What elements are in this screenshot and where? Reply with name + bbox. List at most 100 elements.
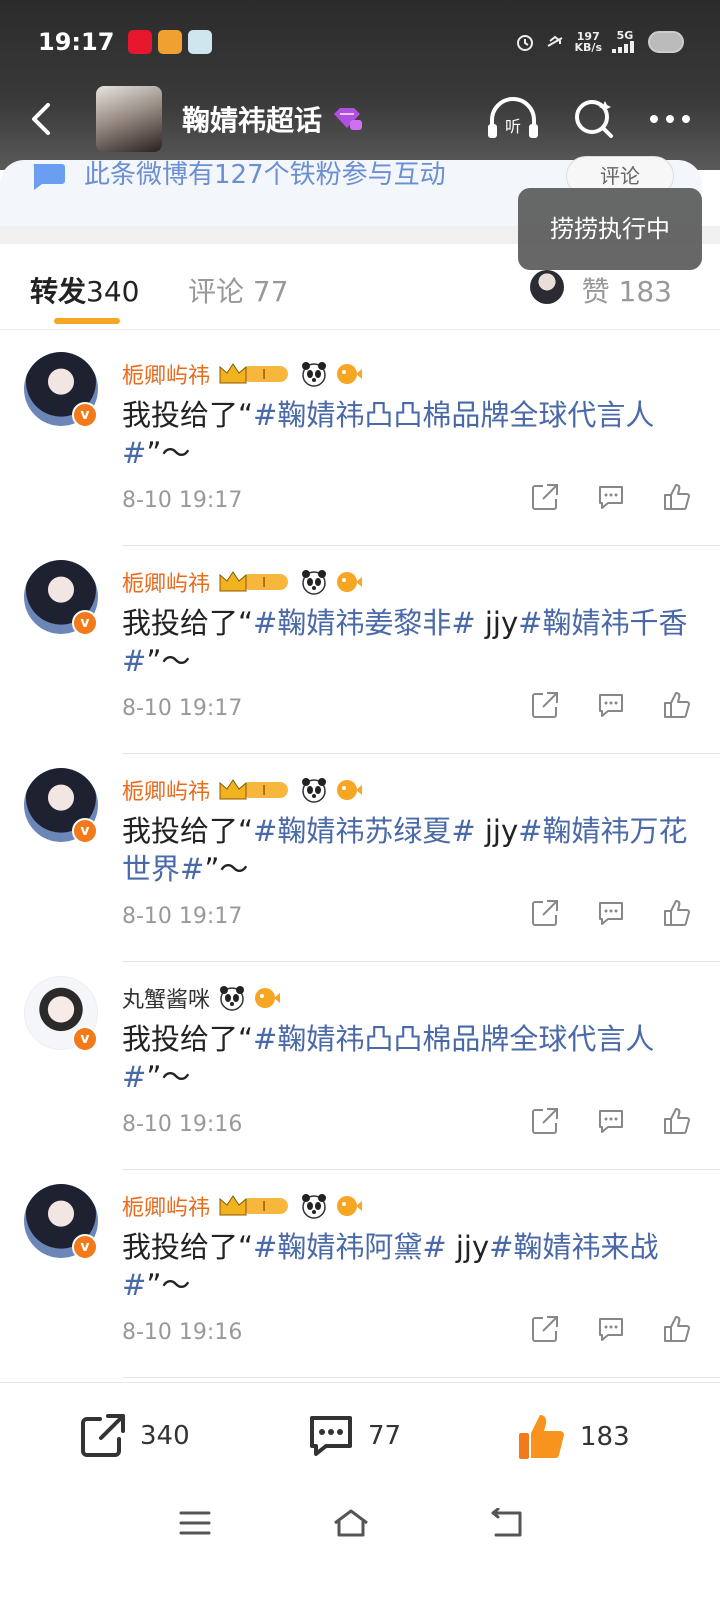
- battery-icon: [648, 31, 684, 53]
- fish-icon: [337, 364, 363, 384]
- verified-badge-icon: v: [72, 818, 98, 844]
- comment-icon[interactable]: [596, 1314, 626, 1344]
- like-icon[interactable]: [662, 1314, 692, 1344]
- repost-text: 我投给了“#鞠婧祎阿黛# jjy#鞠婧祎来战#”～: [122, 1230, 659, 1302]
- crown-level-badge-icon: I: [219, 1195, 289, 1216]
- liked-thumb-icon: [519, 1415, 564, 1459]
- comment-icon: [310, 1416, 352, 1456]
- repost-button[interactable]: 340: [78, 1411, 190, 1461]
- home-icon[interactable]: [332, 1508, 370, 1538]
- svg-text:I: I: [262, 784, 266, 799]
- bottom-action-bar: 340 77 183: [0, 1382, 720, 1492]
- panda-icon: [302, 1194, 327, 1219]
- crown-level-badge-icon: I: [219, 779, 289, 800]
- username[interactable]: 栀卿屿祎 I: [122, 358, 368, 390]
- comment-icon[interactable]: [596, 482, 626, 512]
- timestamp: 8-10 19:16: [122, 1112, 243, 1137]
- svg-text:I: I: [262, 1200, 266, 1215]
- repost-text: 我投给了“#鞠婧祎姜黎非# jjy#鞠婧祎千香#”～: [122, 606, 688, 678]
- network-speed: 197 KB/s: [574, 30, 602, 54]
- svg-text:I: I: [262, 576, 266, 591]
- status-bar: 19:17 197 KB/s 5G: [38, 26, 684, 58]
- svg-text:I: I: [262, 368, 266, 383]
- panda-icon: [302, 570, 327, 595]
- like-icon[interactable]: [662, 1106, 692, 1136]
- header: 19:17 197 KB/s 5G 鞠婧祎超话 听: [0, 0, 720, 170]
- verified-badge-icon: v: [72, 402, 98, 428]
- topic-link[interactable]: #鞠婧祎姜黎非#: [253, 606, 476, 640]
- timestamp: 8-10 19:17: [122, 696, 243, 721]
- svg-text:听: 听: [505, 117, 521, 136]
- share-icon[interactable]: [530, 1314, 560, 1344]
- like-icon[interactable]: [662, 482, 692, 512]
- tab-like[interactable]: 赞 183: [582, 270, 672, 310]
- panda-icon: [302, 778, 327, 803]
- topic-link[interactable]: #鞠婧祎苏绿夏#: [253, 814, 476, 848]
- supertopic-avatar[interactable]: [96, 86, 162, 152]
- list-item[interactable]: v 栀卿屿祎 I 我投给了“#鞠婧祎凸凸棉品牌全球代言人#”～ 8-10 19:…: [0, 338, 720, 546]
- tab-repost[interactable]: 转发340: [30, 270, 139, 310]
- signal-icon: [612, 40, 634, 53]
- like-icon[interactable]: [662, 898, 692, 928]
- fish-icon: [255, 988, 281, 1008]
- verified-badge-icon: v: [72, 610, 98, 636]
- timestamp: 8-10 19:17: [122, 488, 243, 513]
- menu-icon[interactable]: [178, 1508, 212, 1538]
- like-icon[interactable]: [662, 690, 692, 720]
- share-icon[interactable]: [530, 482, 560, 512]
- system-navigation-bar: [0, 1492, 720, 1608]
- page-title: 鞠婧祎超话: [182, 104, 323, 137]
- share-icon[interactable]: [530, 1106, 560, 1136]
- mute-icon: [547, 35, 563, 47]
- panda-icon: [302, 362, 327, 387]
- repost-text: 我投给了“#鞠婧祎苏绿夏# jjy#鞠婧祎万花世界#”～: [122, 814, 688, 886]
- iron-fan-text: 此条微博有127个铁粉参与互动: [84, 160, 446, 190]
- comment-button-bottom[interactable]: 77: [306, 1411, 401, 1461]
- like-button-bottom[interactable]: 183: [516, 1411, 630, 1463]
- diamond-badge-icon: [334, 108, 363, 130]
- active-tab-indicator: [54, 318, 120, 324]
- alarm-icon: [516, 35, 533, 51]
- verified-badge-icon: v: [72, 1234, 98, 1260]
- comment-icon[interactable]: [596, 898, 626, 928]
- comment-icon[interactable]: [596, 1106, 626, 1136]
- list-item[interactable]: v 丸蟹酱咪 我投给了“#鞠婧祎凸凸棉品牌全球代言人#”～ 8-10 19:16: [0, 962, 720, 1170]
- back-icon[interactable]: [490, 1508, 526, 1538]
- more-icon[interactable]: [648, 113, 692, 125]
- share-icon[interactable]: [530, 690, 560, 720]
- username[interactable]: 丸蟹酱咪: [122, 982, 286, 1014]
- tab-comment[interactable]: 评论 77: [188, 270, 289, 310]
- fish-icon: [337, 780, 363, 800]
- crown-level-badge-icon: I: [219, 571, 289, 592]
- repost-text: 我投给了“#鞠婧祎凸凸棉品牌全球代言人#”～: [122, 398, 655, 470]
- repost-text: 我投给了“#鞠婧祎凸凸棉品牌全球代言人#”～: [122, 1022, 655, 1094]
- list-item[interactable]: v 栀卿屿祎 I 我投给了“#鞠婧祎苏绿夏# jjy#鞠婧祎万花世界#”～ 8-…: [0, 754, 720, 962]
- share-icon: [81, 1414, 125, 1457]
- fish-icon: [337, 572, 363, 592]
- username[interactable]: 栀卿屿祎 I: [122, 774, 368, 806]
- weibo-app-icon: [128, 30, 153, 54]
- timestamp: 8-10 19:17: [122, 904, 243, 929]
- username[interactable]: 栀卿屿祎 I: [122, 1190, 368, 1222]
- chat-bubble-icon: [33, 164, 65, 190]
- status-time: 19:17: [38, 28, 115, 56]
- divider: [122, 1377, 720, 1378]
- timestamp: 8-10 19:16: [122, 1320, 243, 1345]
- robot-app-icon: [188, 30, 213, 54]
- list-item[interactable]: v 栀卿屿祎 I 我投给了“#鞠婧祎阿黛# jjy#鞠婧祎来战#”～ 8-10 …: [0, 1170, 720, 1378]
- share-icon[interactable]: [530, 898, 560, 928]
- back-arrow-icon[interactable]: [22, 99, 62, 139]
- toast-message: 捞捞执行中: [518, 188, 702, 270]
- crown-level-badge-icon: I: [219, 363, 289, 384]
- username[interactable]: 栀卿屿祎 I: [122, 566, 368, 598]
- listen-icon[interactable]: 听: [486, 96, 540, 142]
- network-type: 5G: [612, 30, 638, 55]
- comment-icon[interactable]: [596, 690, 626, 720]
- verified-badge-icon: v: [72, 1026, 98, 1052]
- list-item[interactable]: v 栀卿屿祎 I 我投给了“#鞠婧祎姜黎非# jjy#鞠婧祎千香#”～ 8-10…: [0, 546, 720, 754]
- fish-icon: [337, 1196, 363, 1216]
- liker-avatar[interactable]: [530, 270, 564, 304]
- search-icon[interactable]: [572, 97, 616, 141]
- panda-icon: [220, 986, 245, 1011]
- topic-link[interactable]: #鞠婧祎阿黛#: [253, 1230, 447, 1264]
